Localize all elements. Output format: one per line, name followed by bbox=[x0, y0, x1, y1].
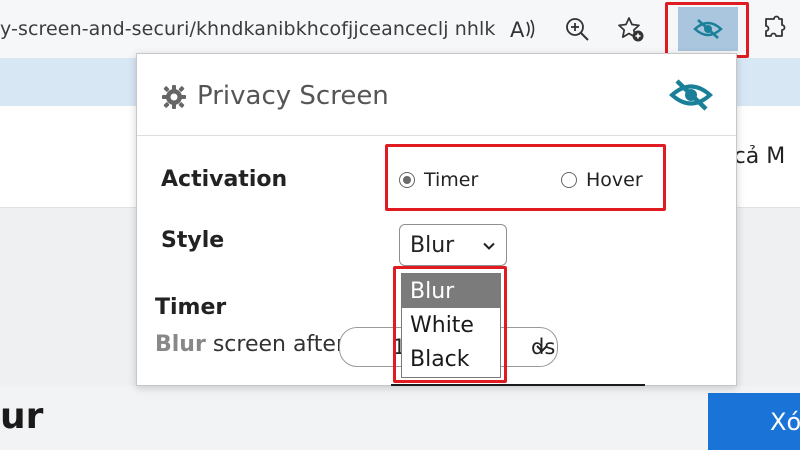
style-label: Style bbox=[161, 228, 225, 253]
gear-icon[interactable] bbox=[161, 84, 187, 114]
popup-header: Privacy Screen bbox=[137, 54, 736, 136]
extension-highlight-box bbox=[665, 2, 749, 58]
timer-description: Blur screen after bbox=[155, 332, 345, 357]
style-select[interactable]: Blur bbox=[399, 224, 507, 266]
page-action-button-label: Xó bbox=[770, 407, 800, 436]
read-aloud-icon[interactable]: A bbox=[505, 12, 539, 46]
url-text[interactable]: y-screen-and-securi/khndkanibkhcofjjcean… bbox=[0, 18, 496, 40]
svg-text:A: A bbox=[510, 18, 525, 42]
chevron-down-icon bbox=[535, 335, 549, 359]
address-bar[interactable]: y-screen-and-securi/khndkanibkhcofjjcean… bbox=[0, 8, 496, 50]
zoom-icon[interactable] bbox=[560, 12, 594, 46]
popup-bottom-line bbox=[391, 384, 645, 386]
timer-style-word: Blur bbox=[155, 332, 206, 357]
activation-label: Activation bbox=[161, 167, 288, 192]
add-favorite-icon[interactable] bbox=[614, 12, 648, 46]
page-bottom-strip bbox=[0, 386, 800, 450]
page-heading-fragment: ur bbox=[0, 396, 44, 437]
popup-title: Privacy Screen bbox=[197, 81, 389, 111]
hidden-eye-icon[interactable] bbox=[668, 77, 714, 117]
page-action-button[interactable]: Xó bbox=[708, 393, 800, 450]
timer-label: Timer bbox=[155, 295, 227, 320]
chevron-down-icon bbox=[482, 233, 496, 258]
style-select-value: Blur bbox=[410, 232, 455, 258]
extensions-icon[interactable] bbox=[757, 12, 791, 46]
timer-description-text: screen after bbox=[212, 332, 345, 357]
dropdown-highlight-box bbox=[393, 266, 507, 383]
activation-highlight-box bbox=[385, 144, 666, 211]
